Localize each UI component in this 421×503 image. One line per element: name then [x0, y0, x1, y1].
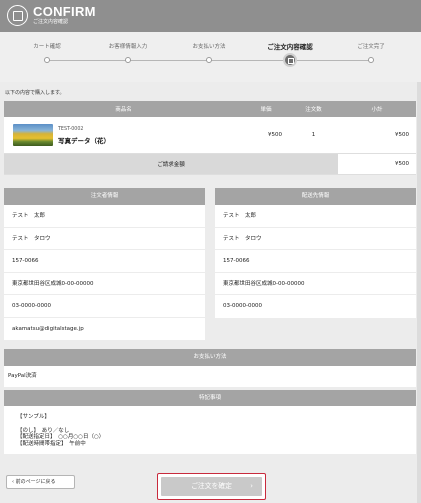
step-label: ご注文完了 [357, 44, 385, 50]
total-row: ご請求金額 ¥500 [4, 153, 416, 175]
chevron-left-icon: ‹ [12, 479, 14, 485]
total-label: ご請求金額 [4, 153, 338, 175]
product-name: 写真データ（花） [58, 137, 110, 145]
col-header-qty: 注文数 [289, 101, 338, 117]
step-label: お支払い方法 [192, 44, 226, 50]
payment-method-box: お支払い方法 PayPal決済 [4, 349, 416, 387]
orderer-name-kana: テスト タロウ [4, 228, 205, 250]
orderer-phone: 03-0000-0000 [4, 295, 205, 318]
shipping-info-box: 配送先情報 テスト 太郎 テスト タロウ 157-0066 東京都世田谷区成城0… [215, 188, 416, 318]
step-dot [125, 57, 131, 63]
header: CONFIRM ご注文内容確認 [0, 0, 421, 32]
chevron-right-icon: › [250, 482, 253, 490]
notes-title: 特記事項 [4, 390, 416, 406]
product-code: TEST-0002 [58, 127, 84, 132]
scrollbar[interactable] [417, 82, 421, 503]
table-row: TEST-0002 写真データ（花） ¥500 1 ¥500 [4, 117, 416, 154]
step-dot [44, 57, 50, 63]
orderer-name: テスト 太郎 [4, 205, 205, 228]
confirm-button-label: ご注文を確定 [191, 482, 232, 490]
shipping-phone: 03-0000-0000 [223, 303, 262, 309]
orderer-info-box: 注文者情報 テスト 太郎 テスト タロウ 157-0066 東京都世田谷区成城0… [4, 188, 205, 340]
payment-method-value: PayPal決済 [8, 373, 37, 379]
page-title: CONFIRM [33, 4, 96, 19]
product-thumbnail [13, 124, 53, 146]
shipping-postal-code: 157-0066 [215, 250, 416, 273]
progress-steps: カート確認 お客様情報入力 お支払い方法 ご注文内容確認 ご注文完了 [0, 32, 421, 82]
page-subtitle: ご注文内容確認 [33, 19, 69, 25]
col-header-price: 単価 [243, 101, 289, 117]
step-dot [368, 57, 374, 63]
back-button-label: 前のページに戻る [15, 479, 56, 485]
step-label: お客様情報入力 [108, 44, 148, 50]
orderer-address: 東京都世田谷区成城0-00-00000 [4, 273, 205, 295]
payment-method-title: お支払い方法 [4, 349, 416, 366]
orderer-postal-code: 157-0066 [4, 250, 205, 273]
intro-text: 以下の内容で購入します。 [5, 90, 65, 96]
col-header-subtotal: 小計 [338, 101, 416, 117]
step-current-icon [283, 53, 297, 67]
orderer-email: akamatsu@digitalstage.jp [12, 325, 84, 332]
col-header-name: 商品名 [4, 101, 243, 117]
back-button[interactable]: ‹ 前のページに戻る [6, 475, 75, 489]
step-label: ご注文内容確認 [267, 43, 313, 51]
order-items-table: 商品名 単価 注文数 小計 TEST-0002 写真データ（花） ¥500 1 … [4, 101, 416, 175]
step-label: カート確認 [33, 44, 61, 50]
product-cell: TEST-0002 写真データ（花） [4, 117, 243, 154]
confirm-logo-icon [7, 5, 28, 26]
notes-body: 【サンプル】 【のし】 あり／なし 【配送指定日】 ○○月○○日（○） 【配送時… [17, 414, 105, 448]
total-value: ¥500 [338, 153, 416, 175]
quantity: 1 [289, 117, 338, 154]
confirm-order-button[interactable]: ご注文を確定 › [157, 473, 266, 500]
shipping-address: 東京都世田谷区成城0-00-00000 [215, 273, 416, 295]
shipping-info-title: 配送先情報 [215, 188, 416, 205]
shipping-name-kana: テスト タロウ [215, 228, 416, 250]
shipping-name: テスト 太郎 [215, 205, 416, 228]
confirm-order-button-face[interactable]: ご注文を確定 › [161, 477, 262, 496]
subtotal: ¥500 [338, 117, 416, 154]
notes-box: 特記事項 【サンプル】 【のし】 あり／なし 【配送指定日】 ○○月○○日（○）… [4, 390, 416, 454]
step-dot [206, 57, 212, 63]
unit-price: ¥500 [243, 117, 289, 154]
orderer-info-title: 注文者情報 [4, 188, 205, 205]
